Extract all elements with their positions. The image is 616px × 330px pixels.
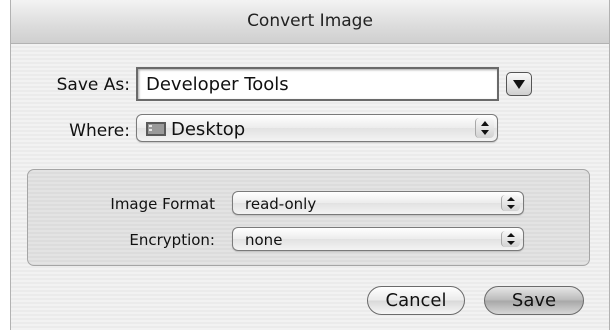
popup-arrows-icon: [501, 231, 520, 247]
triangle-down-icon: [513, 79, 525, 89]
where-popup[interactable]: Desktop: [136, 114, 498, 142]
expand-disclosure-button[interactable]: [506, 72, 532, 96]
where-label: Where:: [69, 121, 130, 141]
encryption-value: none: [245, 231, 283, 249]
title-bar: Convert Image: [10, 0, 610, 44]
save-button[interactable]: Save: [484, 286, 584, 315]
save-as-label: Save As:: [56, 75, 130, 95]
where-value: Desktop: [171, 119, 246, 140]
image-format-popup[interactable]: read-only: [232, 191, 524, 215]
cancel-button[interactable]: Cancel: [367, 286, 465, 315]
encryption-label: Encryption:: [129, 231, 215, 249]
desktop-folder-icon: [146, 122, 166, 136]
image-format-value: read-only: [245, 195, 317, 213]
format-options-group: [27, 169, 590, 266]
dialog-title: Convert Image: [247, 11, 373, 31]
encryption-popup[interactable]: none: [232, 227, 524, 251]
image-format-label: Image Format: [110, 195, 215, 213]
convert-image-dialog: Convert Image Save As: Where: Desktop Im…: [0, 0, 616, 330]
save-as-input[interactable]: [136, 67, 499, 101]
popup-arrows-icon: [475, 118, 494, 138]
popup-arrows-icon: [501, 195, 520, 211]
